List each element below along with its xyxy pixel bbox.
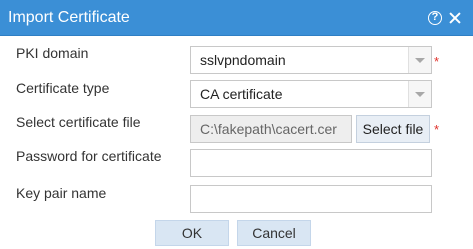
dialog-title: Import Certificate xyxy=(8,9,130,26)
key-pair-name-label: Key pair name xyxy=(16,185,107,201)
pki-domain-label: PKI domain xyxy=(16,45,89,61)
required-marker: * xyxy=(434,122,440,137)
certificate-file-label: Select certificate file xyxy=(16,114,141,130)
dialog-titlebar: Import Certificate ? xyxy=(0,0,473,36)
password-input[interactable] xyxy=(190,149,432,177)
certificate-file-path-input[interactable]: C:\fakepath\cacert.cer xyxy=(190,115,352,143)
certificate-type-select[interactable]: CA certificate xyxy=(190,80,432,108)
pki-domain-value: sslvpndomain xyxy=(200,52,286,68)
pki-domain-select[interactable]: sslvpndomain xyxy=(190,46,432,74)
password-label: Password for certificate xyxy=(16,148,162,164)
close-icon[interactable] xyxy=(448,11,462,25)
chevron-down-icon[interactable] xyxy=(408,47,431,73)
key-pair-name-input[interactable] xyxy=(190,185,432,213)
cancel-button[interactable]: Cancel xyxy=(237,220,311,246)
ok-button[interactable]: OK xyxy=(155,220,229,246)
import-certificate-dialog: Import Certificate ? PKI domain sslvpndo… xyxy=(0,0,473,249)
chevron-down-icon[interactable] xyxy=(408,81,431,107)
certificate-type-label: Certificate type xyxy=(16,80,110,96)
certificate-type-value: CA certificate xyxy=(200,86,283,102)
help-icon[interactable]: ? xyxy=(428,11,442,25)
required-marker: * xyxy=(434,54,440,69)
select-file-button[interactable]: Select file xyxy=(356,115,430,143)
